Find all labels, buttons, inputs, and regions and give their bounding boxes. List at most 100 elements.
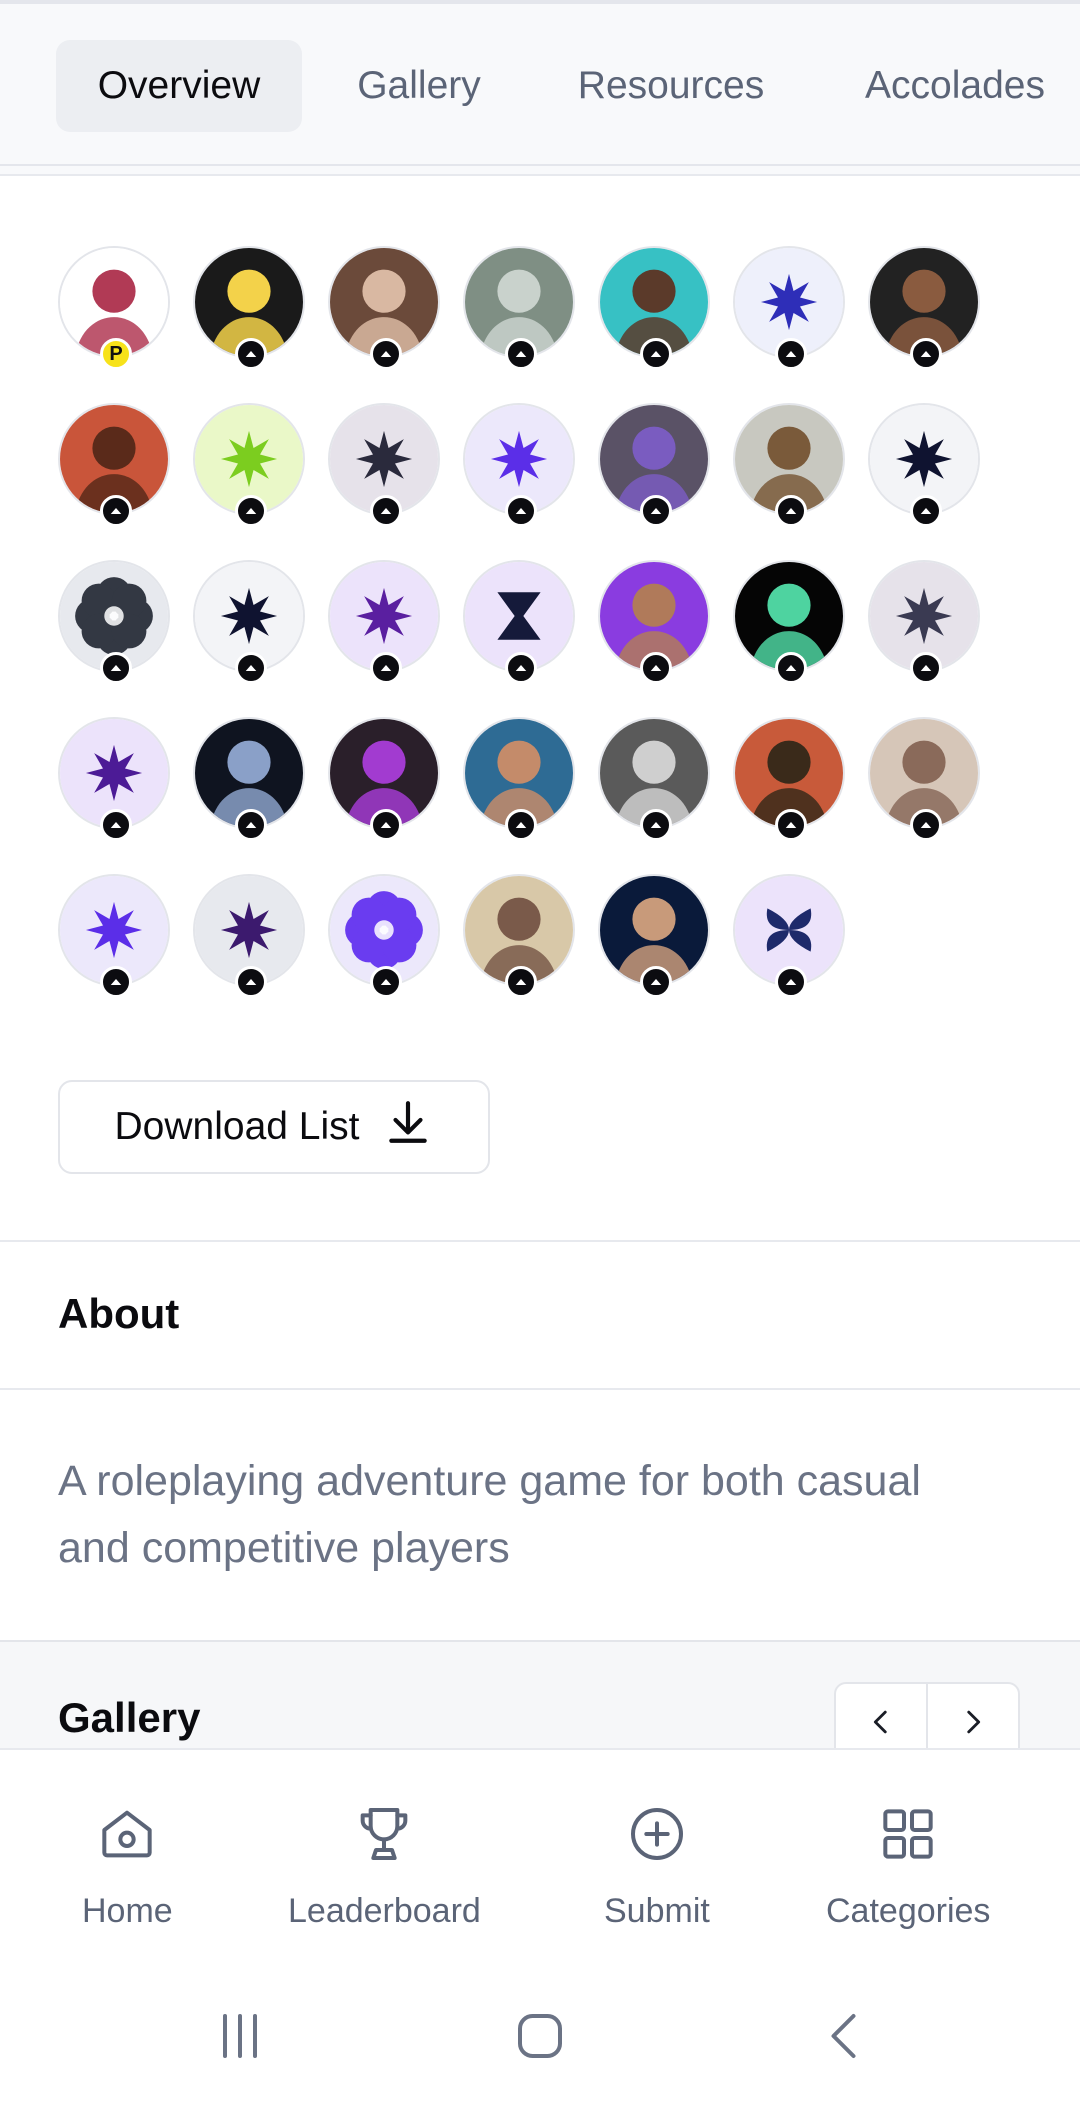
upvoter-avatar[interactable] xyxy=(598,246,710,370)
upvoter-avatar[interactable] xyxy=(193,403,305,527)
upvote-arrow-icon xyxy=(910,495,942,527)
upvoter-avatar[interactable]: P xyxy=(58,246,170,370)
upvote-arrow-icon xyxy=(640,652,672,684)
download-list-button[interactable]: Download List xyxy=(58,1080,490,1174)
upvoter-avatar[interactable] xyxy=(733,874,845,998)
upvote-arrow-icon xyxy=(775,966,807,998)
upvote-arrow-icon xyxy=(505,809,537,841)
chevron-right-icon xyxy=(967,1710,981,1734)
nav-submit[interactable]: Submit xyxy=(604,1802,710,1931)
home-button-icon[interactable] xyxy=(510,2006,570,2066)
upvote-arrow-icon xyxy=(100,966,132,998)
upvoter-avatar[interactable] xyxy=(58,403,170,527)
nav-categories-label: Categories xyxy=(826,1892,991,1930)
upvoter-avatar[interactable] xyxy=(733,560,845,684)
nav-leaderboard-label: Leaderboard xyxy=(288,1892,481,1930)
upvote-arrow-icon xyxy=(235,338,267,370)
upvoter-avatar[interactable] xyxy=(733,717,845,841)
upvote-arrow-icon xyxy=(100,495,132,527)
system-navigation-bar xyxy=(0,1962,1080,2108)
upvoter-avatar[interactable] xyxy=(193,717,305,841)
tab-overview[interactable]: Overview xyxy=(56,40,302,132)
upvoter-avatar[interactable] xyxy=(463,246,575,370)
upvote-arrow-icon xyxy=(100,652,132,684)
divider xyxy=(0,1240,1080,1242)
bottom-navigation: Home Leaderboard Submit Categories xyxy=(0,1748,1080,1962)
upvote-arrow-icon xyxy=(370,652,402,684)
upvote-arrow-icon xyxy=(910,338,942,370)
upvoter-avatar[interactable] xyxy=(58,874,170,998)
download-icon xyxy=(383,1097,433,1157)
upvote-arrow-icon xyxy=(370,338,402,370)
upvote-arrow-icon xyxy=(370,966,402,998)
upvote-arrow-icon xyxy=(235,809,267,841)
grid-icon xyxy=(883,1809,933,1859)
upvote-arrow-icon xyxy=(505,652,537,684)
trophy-icon xyxy=(361,1808,408,1860)
download-list-label: Download List xyxy=(114,1105,360,1148)
upvote-arrow-icon xyxy=(775,652,807,684)
about-description: A roleplaying adventure game for both ca… xyxy=(58,1457,921,1572)
upvoter-avatar[interactable] xyxy=(193,246,305,370)
upvote-arrow-icon xyxy=(640,338,672,370)
upvoter-avatar[interactable] xyxy=(868,717,980,841)
nav-categories[interactable]: Categories xyxy=(826,1802,990,1931)
tab-bar: Overview Gallery Resources Accolades xyxy=(0,0,1080,166)
tab-accolades[interactable]: Accolades xyxy=(840,40,1070,132)
upvote-arrow-icon xyxy=(640,809,672,841)
upvoter-avatar[interactable] xyxy=(328,874,440,998)
back-icon[interactable] xyxy=(816,2006,876,2066)
upvoter-avatar[interactable] xyxy=(598,874,710,998)
recent-apps-icon[interactable] xyxy=(210,2006,270,2066)
chevron-left-icon xyxy=(873,1710,887,1734)
nav-home-label: Home xyxy=(82,1892,173,1930)
upvoter-avatar[interactable] xyxy=(733,403,845,527)
plus-circle-icon xyxy=(630,1808,683,1860)
home-icon xyxy=(102,1810,153,1858)
upvoter-avatar[interactable] xyxy=(598,560,710,684)
upvoter-avatar[interactable] xyxy=(463,560,575,684)
upvoter-avatar[interactable] xyxy=(868,560,980,684)
upvote-arrow-icon xyxy=(775,338,807,370)
upvoter-avatar[interactable] xyxy=(868,403,980,527)
upvoter-avatar[interactable] xyxy=(868,246,980,370)
upvoter-avatar[interactable] xyxy=(463,717,575,841)
upvote-arrow-icon xyxy=(910,652,942,684)
upvoter-avatar[interactable] xyxy=(328,403,440,527)
upvote-arrow-icon xyxy=(370,809,402,841)
upvoter-avatar[interactable] xyxy=(58,717,170,841)
upvote-arrow-icon xyxy=(640,966,672,998)
about-heading: About xyxy=(58,1290,180,1337)
upvote-arrow-icon xyxy=(235,966,267,998)
nav-home[interactable]: Home xyxy=(82,1802,173,1931)
upvoter-avatar[interactable] xyxy=(463,403,575,527)
upvote-arrow-icon xyxy=(775,809,807,841)
upvote-arrow-icon xyxy=(505,495,537,527)
tab-gallery[interactable]: Gallery xyxy=(336,40,502,132)
tab-resources[interactable]: Resources xyxy=(556,40,786,132)
upvote-arrow-icon xyxy=(640,495,672,527)
upvoter-avatar[interactable] xyxy=(328,560,440,684)
upvote-arrow-icon xyxy=(910,809,942,841)
upvoter-avatar[interactable] xyxy=(193,560,305,684)
product-overview-card: P Download List About A roleplaying adve… xyxy=(0,174,1080,1748)
nav-submit-label: Submit xyxy=(604,1892,710,1930)
upvoter-avatar[interactable] xyxy=(463,874,575,998)
upvoter-avatar[interactable] xyxy=(598,403,710,527)
upvote-arrow-icon xyxy=(775,495,807,527)
upvoter-avatar[interactable] xyxy=(328,246,440,370)
upvote-arrow-icon xyxy=(235,495,267,527)
upvote-arrow-icon xyxy=(505,338,537,370)
nav-leaderboard[interactable]: Leaderboard xyxy=(288,1802,481,1931)
upvoter-avatar[interactable] xyxy=(58,560,170,684)
upvote-arrow-icon xyxy=(100,809,132,841)
upvoter-avatar[interactable] xyxy=(193,874,305,998)
gallery-section: Gallery xyxy=(0,1640,1080,1762)
premium-badge: P xyxy=(100,338,132,370)
upvoter-avatar[interactable] xyxy=(733,246,845,370)
upvoter-avatar[interactable] xyxy=(598,717,710,841)
divider xyxy=(0,1388,1080,1390)
upvoter-avatar[interactable] xyxy=(328,717,440,841)
upvote-arrow-icon xyxy=(505,966,537,998)
upvote-arrow-icon xyxy=(235,652,267,684)
